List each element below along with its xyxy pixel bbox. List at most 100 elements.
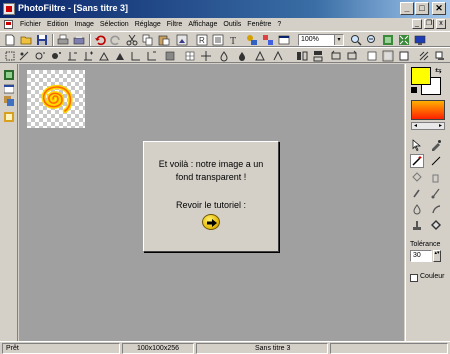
undo-icon[interactable]: [94, 34, 106, 46]
gamma-minus-icon[interactable]: [130, 50, 142, 62]
shadow-icon[interactable]: [434, 50, 446, 62]
gradient-scroller[interactable]: ◂ ▸: [411, 122, 445, 130]
browser-icon[interactable]: [4, 84, 14, 94]
foreground-color-swatch[interactable]: [411, 67, 431, 85]
history-icon[interactable]: [4, 112, 14, 122]
edge-icon[interactable]: [254, 50, 266, 62]
paste-as-image-icon[interactable]: [176, 34, 188, 46]
saturation-minus-icon[interactable]: [98, 50, 110, 62]
blur-drop-tool-icon[interactable]: [411, 203, 423, 215]
document-close-button[interactable]: x: [436, 19, 446, 29]
reset-colors-icon[interactable]: [411, 87, 417, 93]
couleur-checkbox[interactable]: [410, 274, 418, 282]
image-canvas[interactable]: [27, 70, 85, 128]
menu-outils[interactable]: Outils: [220, 21, 244, 28]
smudge-tool-icon[interactable]: [430, 203, 442, 215]
document-minimize-button[interactable]: _: [412, 19, 422, 29]
couleur-label: Couleur: [420, 273, 445, 280]
text-tool-icon[interactable]: T: [228, 34, 240, 46]
swap-colors-icon[interactable]: ⇆: [435, 67, 443, 75]
brightness-plus-icon[interactable]: [50, 50, 62, 62]
drop-icon[interactable]: [236, 50, 248, 62]
document-icon[interactable]: [4, 20, 13, 29]
contrast-plus-icon[interactable]: [82, 50, 94, 62]
menu-affichage[interactable]: Affichage: [185, 21, 220, 28]
eyedropper-tool-icon[interactable]: [430, 139, 442, 151]
review-tutorial-button[interactable]: [202, 214, 220, 230]
image-explorer-icon[interactable]: [4, 70, 14, 80]
redo-icon[interactable]: [110, 34, 122, 46]
gradient-preview[interactable]: [411, 100, 445, 120]
zoom-select[interactable]: 100% ▾: [298, 34, 344, 46]
canvas-size-icon[interactable]: [212, 34, 224, 46]
saturation-plus-icon[interactable]: [114, 50, 126, 62]
menu-image[interactable]: Image: [71, 21, 96, 28]
menu-fichier[interactable]: Fichier: [17, 21, 44, 28]
scroll-right-icon[interactable]: ▸: [439, 123, 442, 129]
status-image-dimensions: 100x100x256: [122, 343, 194, 354]
actual-size-icon[interactable]: [382, 34, 394, 46]
pointer-tool-icon[interactable]: [411, 139, 423, 151]
outline-icon[interactable]: [398, 50, 410, 62]
soften-icon[interactable]: [218, 50, 230, 62]
chevron-down-icon[interactable]: ▾: [334, 35, 343, 45]
fill-bucket-tool-icon[interactable]: [411, 171, 423, 183]
layers-icon[interactable]: [4, 96, 14, 106]
menu-reglage[interactable]: Réglage: [132, 21, 164, 28]
maximize-button[interactable]: □: [415, 2, 429, 15]
grayscale-icon[interactable]: [164, 50, 176, 62]
workspace[interactable]: Et voilà : notre image a un fond transpa…: [19, 64, 404, 341]
gamma-plus-icon[interactable]: [146, 50, 158, 62]
fullscreen-icon[interactable]: [414, 34, 426, 46]
photofiltre-app-icon[interactable]: [3, 3, 15, 15]
texture-icon[interactable]: [418, 50, 430, 62]
window-view-icon[interactable]: [278, 34, 290, 46]
frame-icon[interactable]: [382, 50, 394, 62]
rotate-right-icon[interactable]: [346, 50, 358, 62]
fit-window-icon[interactable]: [398, 34, 410, 46]
brightness-minus-icon[interactable]: [34, 50, 46, 62]
new-file-icon[interactable]: [4, 34, 16, 46]
flip-vertical-icon[interactable]: [312, 50, 324, 62]
print-icon[interactable]: [57, 34, 69, 46]
status-message: Prêt: [2, 343, 120, 354]
cut-icon[interactable]: [126, 34, 138, 46]
image-size-icon[interactable]: R: [196, 34, 208, 46]
menu-help[interactable]: ?: [274, 21, 284, 28]
open-folder-icon[interactable]: [20, 34, 32, 46]
spray-tool-icon[interactable]: [430, 171, 442, 183]
brush-tool-icon[interactable]: [411, 187, 423, 199]
zoom-in-icon[interactable]: [350, 34, 362, 46]
paste-icon[interactable]: [158, 34, 170, 46]
save-icon[interactable]: [36, 34, 48, 46]
tolerance-spinner[interactable]: ▴▾: [433, 250, 441, 262]
advanced-brush-tool-icon[interactable]: [430, 187, 442, 199]
magic-wand-tool-icon[interactable]: [411, 155, 423, 167]
blur-icon[interactable]: [184, 50, 196, 62]
clone-stamp-tool-icon[interactable]: [411, 219, 423, 231]
close-button[interactable]: ✕: [432, 2, 446, 15]
contrast-minus-icon[interactable]: [66, 50, 78, 62]
emboss-icon[interactable]: [272, 50, 284, 62]
color-picker-dialog-icon[interactable]: [262, 34, 274, 46]
scroll-left-icon[interactable]: ◂: [414, 123, 417, 129]
deform-tool-icon[interactable]: [430, 219, 442, 231]
tolerance-input[interactable]: 30: [410, 250, 432, 262]
menu-selection[interactable]: Sélection: [97, 21, 132, 28]
minimize-button[interactable]: _: [400, 2, 414, 15]
menu-fenetre[interactable]: Fenêtre: [244, 21, 274, 28]
line-tool-icon[interactable]: [430, 155, 442, 167]
scan-icon[interactable]: [73, 34, 85, 46]
automation-icon[interactable]: [246, 34, 258, 46]
zoom-out-icon[interactable]: [366, 34, 378, 46]
crop-icon[interactable]: [366, 50, 378, 62]
sharpen-icon[interactable]: [200, 50, 212, 62]
auto-contrast-icon[interactable]: [18, 50, 30, 62]
document-restore-button[interactable]: ❐: [424, 19, 434, 29]
rotate-left-icon[interactable]: [330, 50, 342, 62]
copy-icon[interactable]: [142, 34, 154, 46]
select-rect-icon[interactable]: [4, 50, 16, 62]
menu-edition[interactable]: Edition: [44, 21, 71, 28]
menu-filtre[interactable]: Filtre: [164, 21, 186, 28]
flip-horizontal-icon[interactable]: [296, 50, 308, 62]
